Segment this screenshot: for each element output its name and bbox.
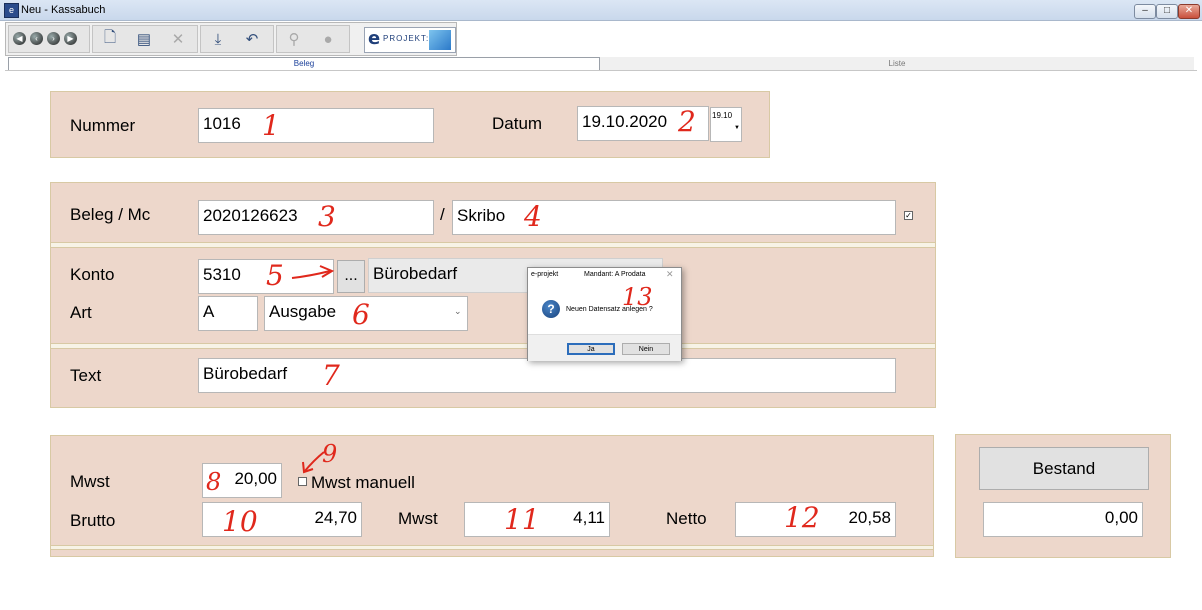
beleg-checkbox[interactable]: ✓ (904, 211, 913, 220)
divider (51, 343, 935, 349)
logo-letter: e (368, 28, 381, 49)
text-label: Text (70, 366, 102, 385)
edit-group: 🗋 ▤ ✕ (92, 25, 198, 53)
annotation-number: 3 (318, 200, 336, 233)
annotation-number: 12 (784, 501, 820, 534)
mwst-label: Mwst (70, 472, 110, 491)
art-code-input[interactable]: A (198, 296, 258, 331)
dialog-close-icon[interactable]: ✕ (666, 269, 674, 280)
amount-panel (50, 435, 934, 557)
window-title: Neu - Kassabuch (21, 4, 106, 16)
tab-liste[interactable]: Liste (600, 57, 1194, 70)
filter-icon[interactable]: ● (313, 27, 343, 51)
annotation-number: 10 (222, 505, 258, 538)
app-icon: e (4, 3, 19, 18)
minimize-button[interactable]: – (1134, 4, 1156, 19)
toolbar: ◀ ‹ › ▶ 🗋 ▤ ✕ ⤓ ↶ ⚲ ● e PROJEKT: (5, 22, 457, 56)
bestand-button[interactable]: Bestand (979, 447, 1149, 490)
bestand-value: 0,00 (983, 502, 1143, 537)
netto-label: Netto (666, 509, 707, 528)
annotation-number: 7 (322, 359, 340, 392)
annotation-number: 2 (678, 105, 696, 138)
beleg-separator: / (440, 205, 445, 224)
annotation-number: 13 (622, 283, 653, 311)
beleg-label: Beleg / Mc (70, 205, 151, 224)
datum-label: Datum (492, 114, 543, 133)
dialog-mandant: Mandant: A Prodata (584, 271, 646, 278)
tab-beleg[interactable]: Beleg (8, 57, 600, 70)
prev-record-icon[interactable]: ‹ (30, 32, 43, 45)
title-bar: e Neu - Kassabuch – □ ✕ (0, 0, 1202, 21)
maximize-button[interactable]: □ (1156, 4, 1178, 19)
no-button[interactable]: Nein (622, 343, 670, 355)
dialog-footer: Ja Nein (528, 334, 681, 361)
annotation-number: 1 (262, 109, 280, 142)
save-icon[interactable]: ⤓ (203, 27, 233, 51)
save-group: ⤓ ↶ (200, 25, 274, 53)
art-label: Art (70, 303, 92, 322)
eprojekt-logo: e PROJEKT: (364, 27, 456, 53)
annotation-number: 11 (504, 503, 540, 536)
undo-icon[interactable]: ↶ (237, 27, 267, 51)
logo-text: PROJEKT: (383, 34, 430, 43)
date-dropdown-icon[interactable]: ▼ (734, 125, 740, 131)
annotation-arrow-icon (302, 451, 325, 474)
konto-label: Konto (70, 265, 115, 284)
beleg-input[interactable]: 2020126623 (198, 200, 434, 235)
text-input[interactable]: Bürobedarf (198, 358, 896, 393)
close-button[interactable]: ✕ (1178, 4, 1200, 19)
mc-input[interactable]: Skribo (452, 200, 896, 235)
new-document-icon[interactable]: 🗋 (95, 27, 125, 51)
delete-icon[interactable]: ✕ (163, 27, 193, 51)
first-record-icon[interactable]: ◀ (13, 32, 26, 45)
konto-lookup-button[interactable]: ... (337, 260, 365, 293)
search-group: ⚲ ● (276, 25, 350, 53)
mwst-amount-label: Mwst (398, 509, 438, 528)
next-record-icon[interactable]: › (47, 32, 60, 45)
mwst-manual-label: Mwst manuell (311, 473, 415, 492)
annotation-number: 4 (524, 200, 542, 233)
annotation-number: 6 (352, 298, 370, 331)
edit-form-icon[interactable]: ▤ (129, 27, 159, 51)
annotation-arrow-icon (291, 265, 335, 279)
search-icon[interactable]: ⚲ (279, 27, 309, 51)
confirm-dialog: e-projekt Mandant: A Prodata ✕ ? Neuen D… (527, 267, 682, 361)
nummer-input[interactable]: 1016 (198, 108, 434, 143)
yes-button[interactable]: Ja (567, 343, 615, 355)
question-icon: ? (542, 300, 560, 318)
nav-group: ◀ ‹ › ▶ (8, 25, 90, 53)
divider (51, 545, 933, 550)
annotation-number: 5 (266, 259, 284, 292)
nummer-label: Nummer (70, 116, 136, 135)
dialog-title: e-projekt (531, 271, 559, 278)
annotation-number: 8 (206, 468, 222, 496)
logo-image-icon (429, 30, 451, 50)
last-record-icon[interactable]: ▶ (64, 32, 77, 45)
chevron-down-icon[interactable]: ⌄ (454, 306, 462, 317)
mwst-manual-checkbox[interactable] (298, 477, 307, 486)
divider (51, 242, 935, 248)
brutto-label: Brutto (70, 511, 116, 530)
